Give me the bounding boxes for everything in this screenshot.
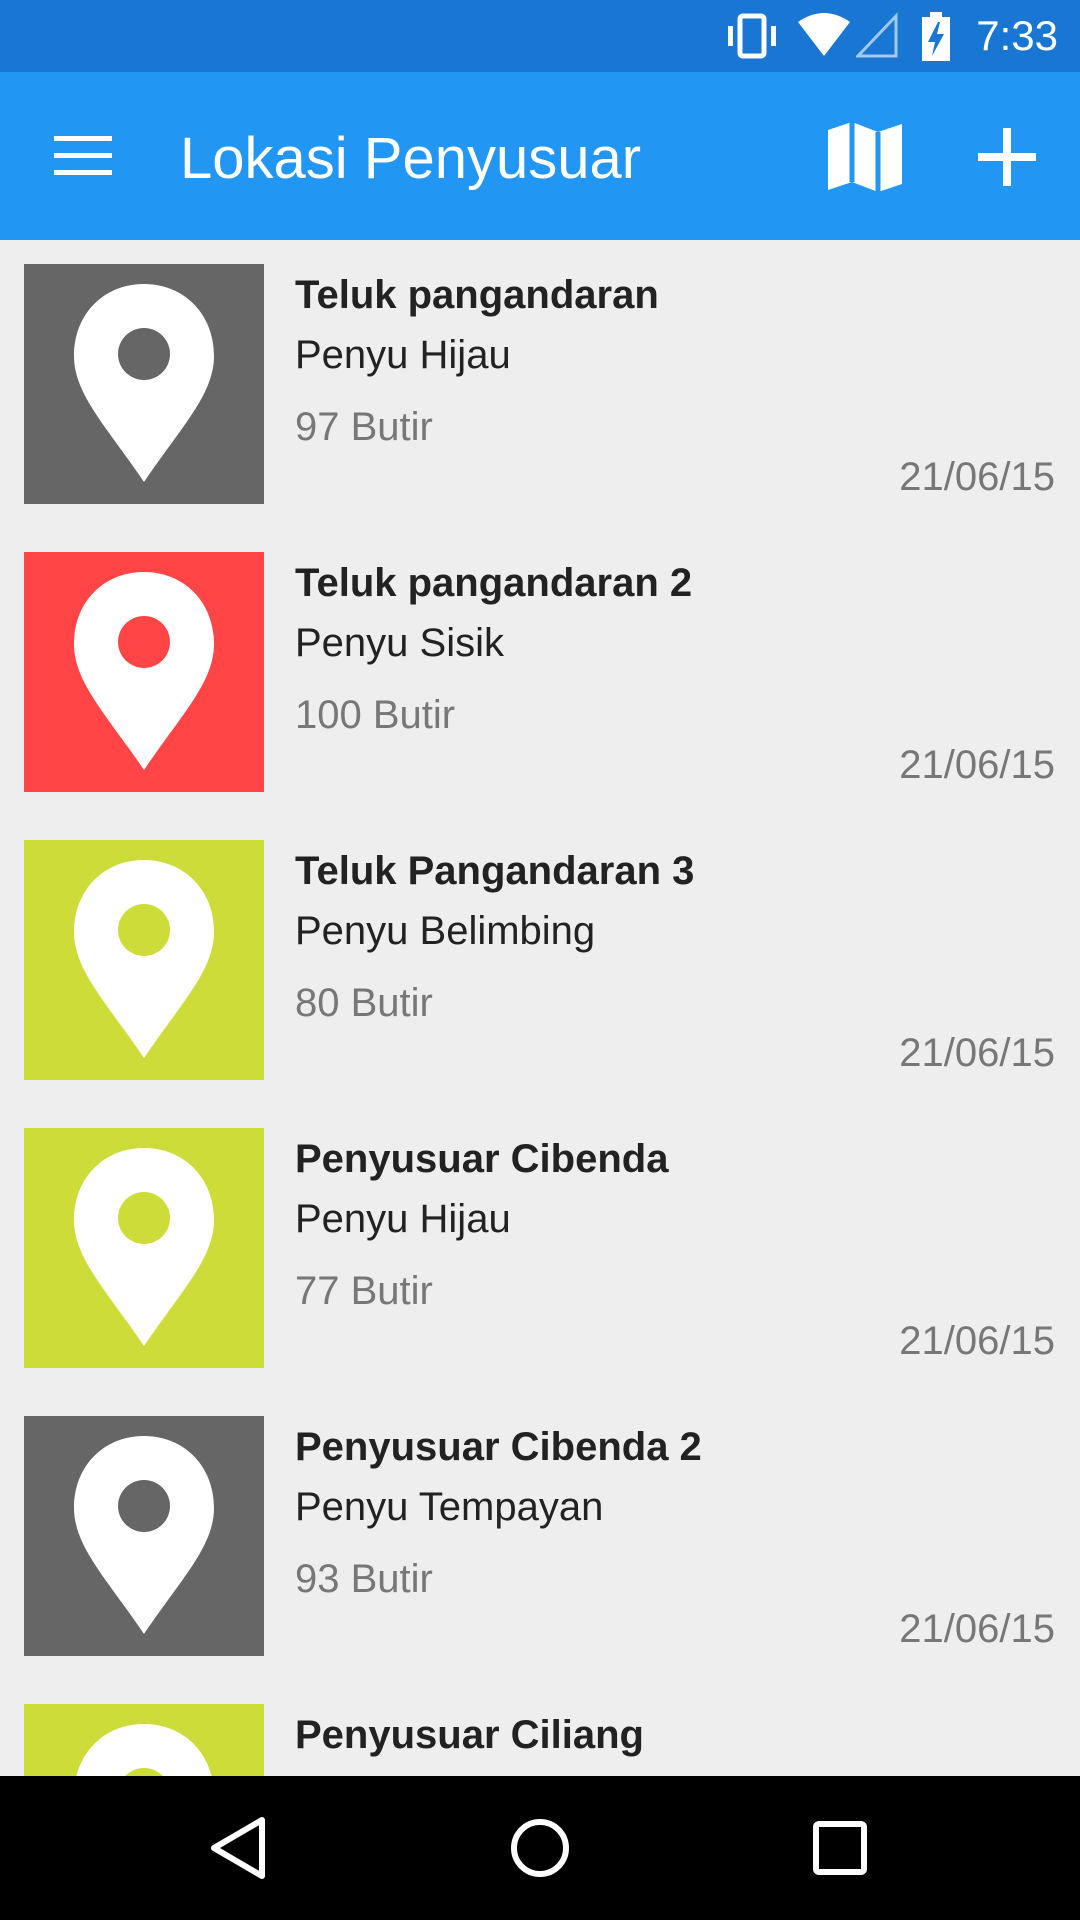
map-pin-icon (74, 284, 214, 482)
location-name: Teluk Pangandaran 3 (295, 849, 695, 893)
date-label: 21/06/15 (899, 1031, 1055, 1075)
location-pin-thumbnail (24, 1704, 264, 1776)
location-list: Teluk pangandaran Penyu Hijau 97 Butir 2… (0, 240, 1080, 1776)
status-time: 7:33 (976, 12, 1058, 59)
list-item[interactable]: Teluk pangandaran Penyu Hijau 97 Butir 2… (0, 240, 1080, 528)
species-label: Penyu Tempayan (295, 1485, 604, 1529)
list-item[interactable]: Penyusuar Cibenda Penyu Hijau 77 Butir 2… (0, 1104, 1080, 1392)
back-icon (211, 1817, 265, 1879)
egg-count: 77 Butir (295, 1269, 433, 1313)
egg-count: 93 Butir (295, 1557, 433, 1601)
location-name: Teluk pangandaran (295, 273, 659, 317)
navigation-bar (0, 1776, 1080, 1920)
map-button[interactable] (826, 118, 904, 196)
location-name: Penyusuar Cibenda (295, 1137, 669, 1181)
page-title: Lokasi Penyusuar (180, 126, 642, 191)
status-bar: 7:33 (0, 0, 1080, 72)
location-pin-thumbnail (24, 1128, 264, 1368)
map-pin-icon (76, 1724, 212, 1776)
recents-button[interactable] (806, 1814, 874, 1882)
add-icon (978, 128, 1036, 186)
add-button[interactable] (976, 126, 1038, 188)
app-bar: Lokasi Penyusuar (0, 72, 1080, 240)
wifi-icon (798, 13, 850, 56)
location-name: Penyusuar Cibenda 2 (295, 1425, 702, 1469)
date-label: 21/06/15 (899, 1607, 1055, 1651)
list-item[interactable]: Penyusuar Ciliang (0, 1680, 1080, 1776)
date-label: 21/06/15 (899, 743, 1055, 787)
map-pin-icon (74, 1148, 214, 1346)
vibrate-icon (728, 13, 776, 59)
egg-count: 97 Butir (295, 405, 433, 449)
menu-button[interactable] (54, 134, 112, 178)
location-pin-thumbnail (24, 552, 264, 792)
battery-charging-icon (922, 12, 950, 61)
species-label: Penyu Belimbing (295, 909, 596, 953)
recents-icon (813, 1821, 867, 1875)
species-label: Penyu Sisik (295, 621, 504, 665)
egg-count: 80 Butir (295, 981, 433, 1025)
species-label: Penyu Hijau (295, 1197, 511, 1241)
back-button[interactable] (206, 1814, 274, 1882)
location-name: Penyusuar Ciliang (295, 1713, 644, 1757)
list-item[interactable]: Teluk Pangandaran 3 Penyu Belimbing 80 B… (0, 816, 1080, 1104)
map-pin-icon (74, 860, 214, 1058)
home-icon (511, 1819, 569, 1877)
location-pin-thumbnail (24, 264, 264, 504)
list-item[interactable]: Teluk pangandaran 2 Penyu Sisik 100 Buti… (0, 528, 1080, 816)
map-pin-icon (74, 572, 214, 770)
location-name: Teluk pangandaran 2 (295, 561, 693, 605)
map-pin-icon (74, 1436, 214, 1634)
date-label: 21/06/15 (899, 455, 1055, 499)
list-item[interactable]: Penyusuar Cibenda 2 Penyu Tempayan 93 Bu… (0, 1392, 1080, 1680)
location-pin-thumbnail (24, 840, 264, 1080)
menu-icon (54, 136, 112, 175)
location-pin-thumbnail (24, 1416, 264, 1656)
home-button[interactable] (506, 1814, 574, 1882)
map-icon (828, 122, 902, 192)
egg-count: 100 Butir (295, 693, 456, 737)
species-label: Penyu Hijau (295, 333, 511, 377)
date-label: 21/06/15 (899, 1319, 1055, 1363)
cell-signal-icon (856, 12, 898, 58)
